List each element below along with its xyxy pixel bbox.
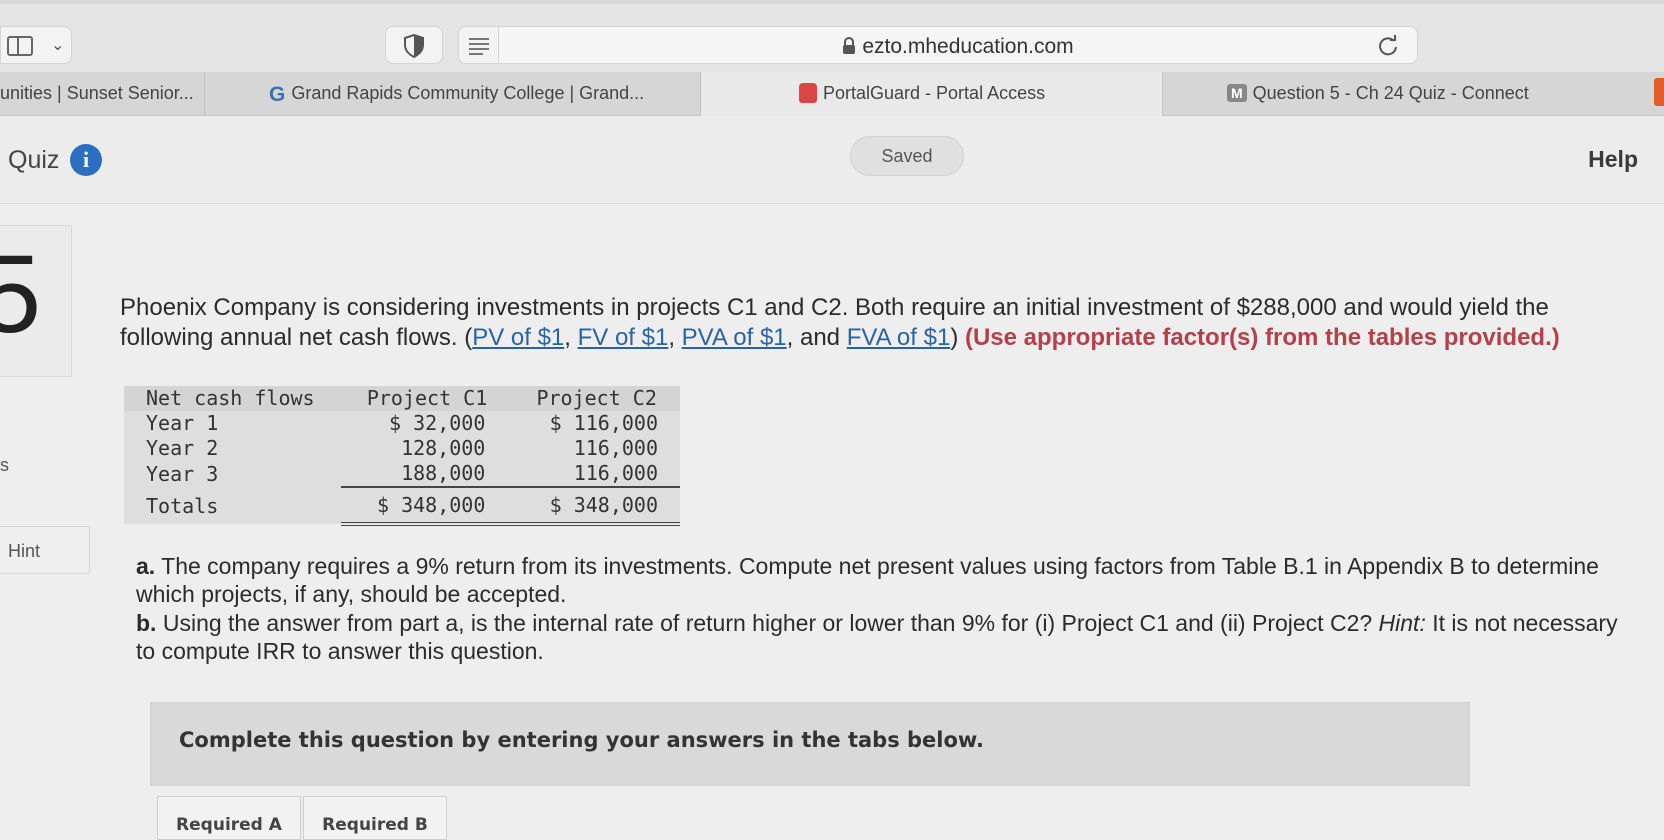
browser-toolbar: ⌄ ezto.mheducation.com — [0, 0, 1664, 78]
mcgraw-m-icon: M — [1227, 84, 1247, 102]
part-a: a. The company requires a 9% return from… — [136, 552, 1636, 608]
separator: , — [564, 324, 578, 351]
address-bar[interactable]: ezto.mheducation.com — [498, 26, 1418, 64]
url-text: ezto.mheducation.com — [862, 35, 1074, 58]
totals-row: Totals $ 348,000 $ 348,000 — [124, 487, 680, 526]
lock-icon — [843, 37, 856, 54]
privacy-shield-button[interactable] — [385, 26, 443, 64]
reader-view-button[interactable] — [458, 26, 500, 64]
table-row: Year 2 128,000 116,000 — [124, 436, 680, 461]
sidebar-toggle-button[interactable]: ⌄ — [0, 26, 72, 64]
part-b-hint-label: Hint: — [1378, 610, 1426, 636]
c2-value: 116,000 — [513, 461, 680, 488]
sidebar-icon — [7, 36, 33, 56]
tab-sunset-senior[interactable]: unities | Sunset Senior... — [0, 72, 205, 116]
row-label: Year 1 — [124, 411, 341, 436]
part-b-text: Using the answer from part a, is the int… — [156, 610, 1379, 636]
tab-label: Question 5 - Ch 24 Quiz - Connect — [1252, 83, 1529, 103]
tab-bar: unities | Sunset Senior... G Grand Rapids… — [0, 72, 1664, 116]
chevron-down-icon: ⌄ — [51, 37, 65, 54]
c1-value: $ 32,000 — [340, 411, 514, 436]
shield-icon — [404, 34, 424, 58]
part-b-label: b. — [136, 610, 157, 636]
c2-total: $ 348,000 — [513, 487, 680, 526]
c1-total: $ 348,000 — [340, 487, 514, 526]
totals-label: Totals — [124, 487, 341, 524]
part-a-text: The company requires a 9% return from it… — [136, 553, 1599, 607]
part-b: b. Using the answer from part a, is the … — [136, 609, 1636, 665]
instruction-text: Complete this question by entering your … — [179, 728, 984, 752]
table-row: Year 3 188,000 116,000 — [124, 461, 680, 488]
table-header-row: Net cash flows Project C1 Project C2 — [124, 386, 680, 411]
question-text: Phoenix Company is considering investmen… — [120, 293, 1640, 353]
row-label: Year 2 — [124, 436, 341, 461]
rail-side-letter: s — [0, 455, 9, 475]
tab-required-a[interactable]: Required A — [157, 796, 301, 840]
pva-of-1-link[interactable]: PVA of $1 — [682, 324, 787, 351]
table-header: Project C1 — [340, 386, 514, 411]
c1-value: 128,000 — [340, 436, 514, 461]
next-tab-edge — [1654, 78, 1664, 106]
quiz-header: Quiz i Saved Help — [0, 116, 1664, 204]
cash-flow-table: Net cash flows Project C1 Project C2 Yea… — [124, 386, 680, 526]
question-number-card: 5 — [0, 225, 72, 377]
tab-required-b[interactable]: Required B — [303, 796, 447, 840]
fv-of-1-link[interactable]: FV of $1 — [578, 324, 669, 351]
portalguard-icon — [799, 83, 817, 103]
tab-label: Grand Rapids Community College | Grand..… — [291, 83, 645, 103]
question-emphasis: (Use appropriate factor(s) from the tabl… — [964, 324, 1560, 351]
separator: , and — [786, 324, 847, 351]
separator: ) — [950, 324, 965, 351]
separator: , — [668, 324, 682, 351]
table-header: Net cash flows — [124, 386, 341, 411]
instruction-box: Complete this question by entering your … — [150, 702, 1470, 786]
tab-label: Required B — [322, 815, 428, 835]
url-display[interactable]: ezto.mheducation.com — [499, 35, 1417, 59]
row-label: Year 3 — [124, 461, 341, 487]
tab-question-5[interactable]: M Question 5 - Ch 24 Quiz - Connect — [1163, 72, 1664, 116]
hint-button[interactable]: Hint — [0, 526, 90, 574]
question-number: 5 — [0, 233, 42, 356]
hint-label: Hint — [8, 541, 41, 561]
c1-value: 188,000 — [340, 461, 514, 488]
reload-icon[interactable] — [1377, 35, 1399, 57]
tab-grand-rapids[interactable]: G Grand Rapids Community College | Grand.… — [205, 72, 701, 116]
saved-status-badge: Saved — [850, 136, 964, 176]
c2-value: $ 116,000 — [513, 411, 680, 436]
reader-icon — [469, 38, 489, 55]
fva-of-1-link[interactable]: FVA of $1 — [847, 324, 951, 351]
c2-value: 116,000 — [513, 436, 680, 461]
pv-of-1-link[interactable]: PV of $1 — [472, 324, 564, 351]
table-row: Year 1 $ 32,000 $ 116,000 — [124, 411, 680, 436]
table-header: Project C2 — [513, 386, 680, 411]
google-g-icon: G — [269, 83, 286, 106]
tab-label: PortalGuard - Portal Access — [823, 83, 1046, 103]
help-link[interactable]: Help — [1588, 146, 1638, 173]
part-a-label: a. — [136, 553, 156, 579]
info-icon[interactable]: i — [70, 144, 102, 176]
quiz-title: Quiz — [8, 146, 60, 174]
question-parts: a. The company requires a 9% return from… — [136, 552, 1636, 666]
tab-portalguard[interactable]: PortalGuard - Portal Access — [701, 72, 1163, 116]
tab-label: unities | Sunset Senior... — [0, 83, 194, 103]
tab-label: Required A — [176, 815, 282, 835]
